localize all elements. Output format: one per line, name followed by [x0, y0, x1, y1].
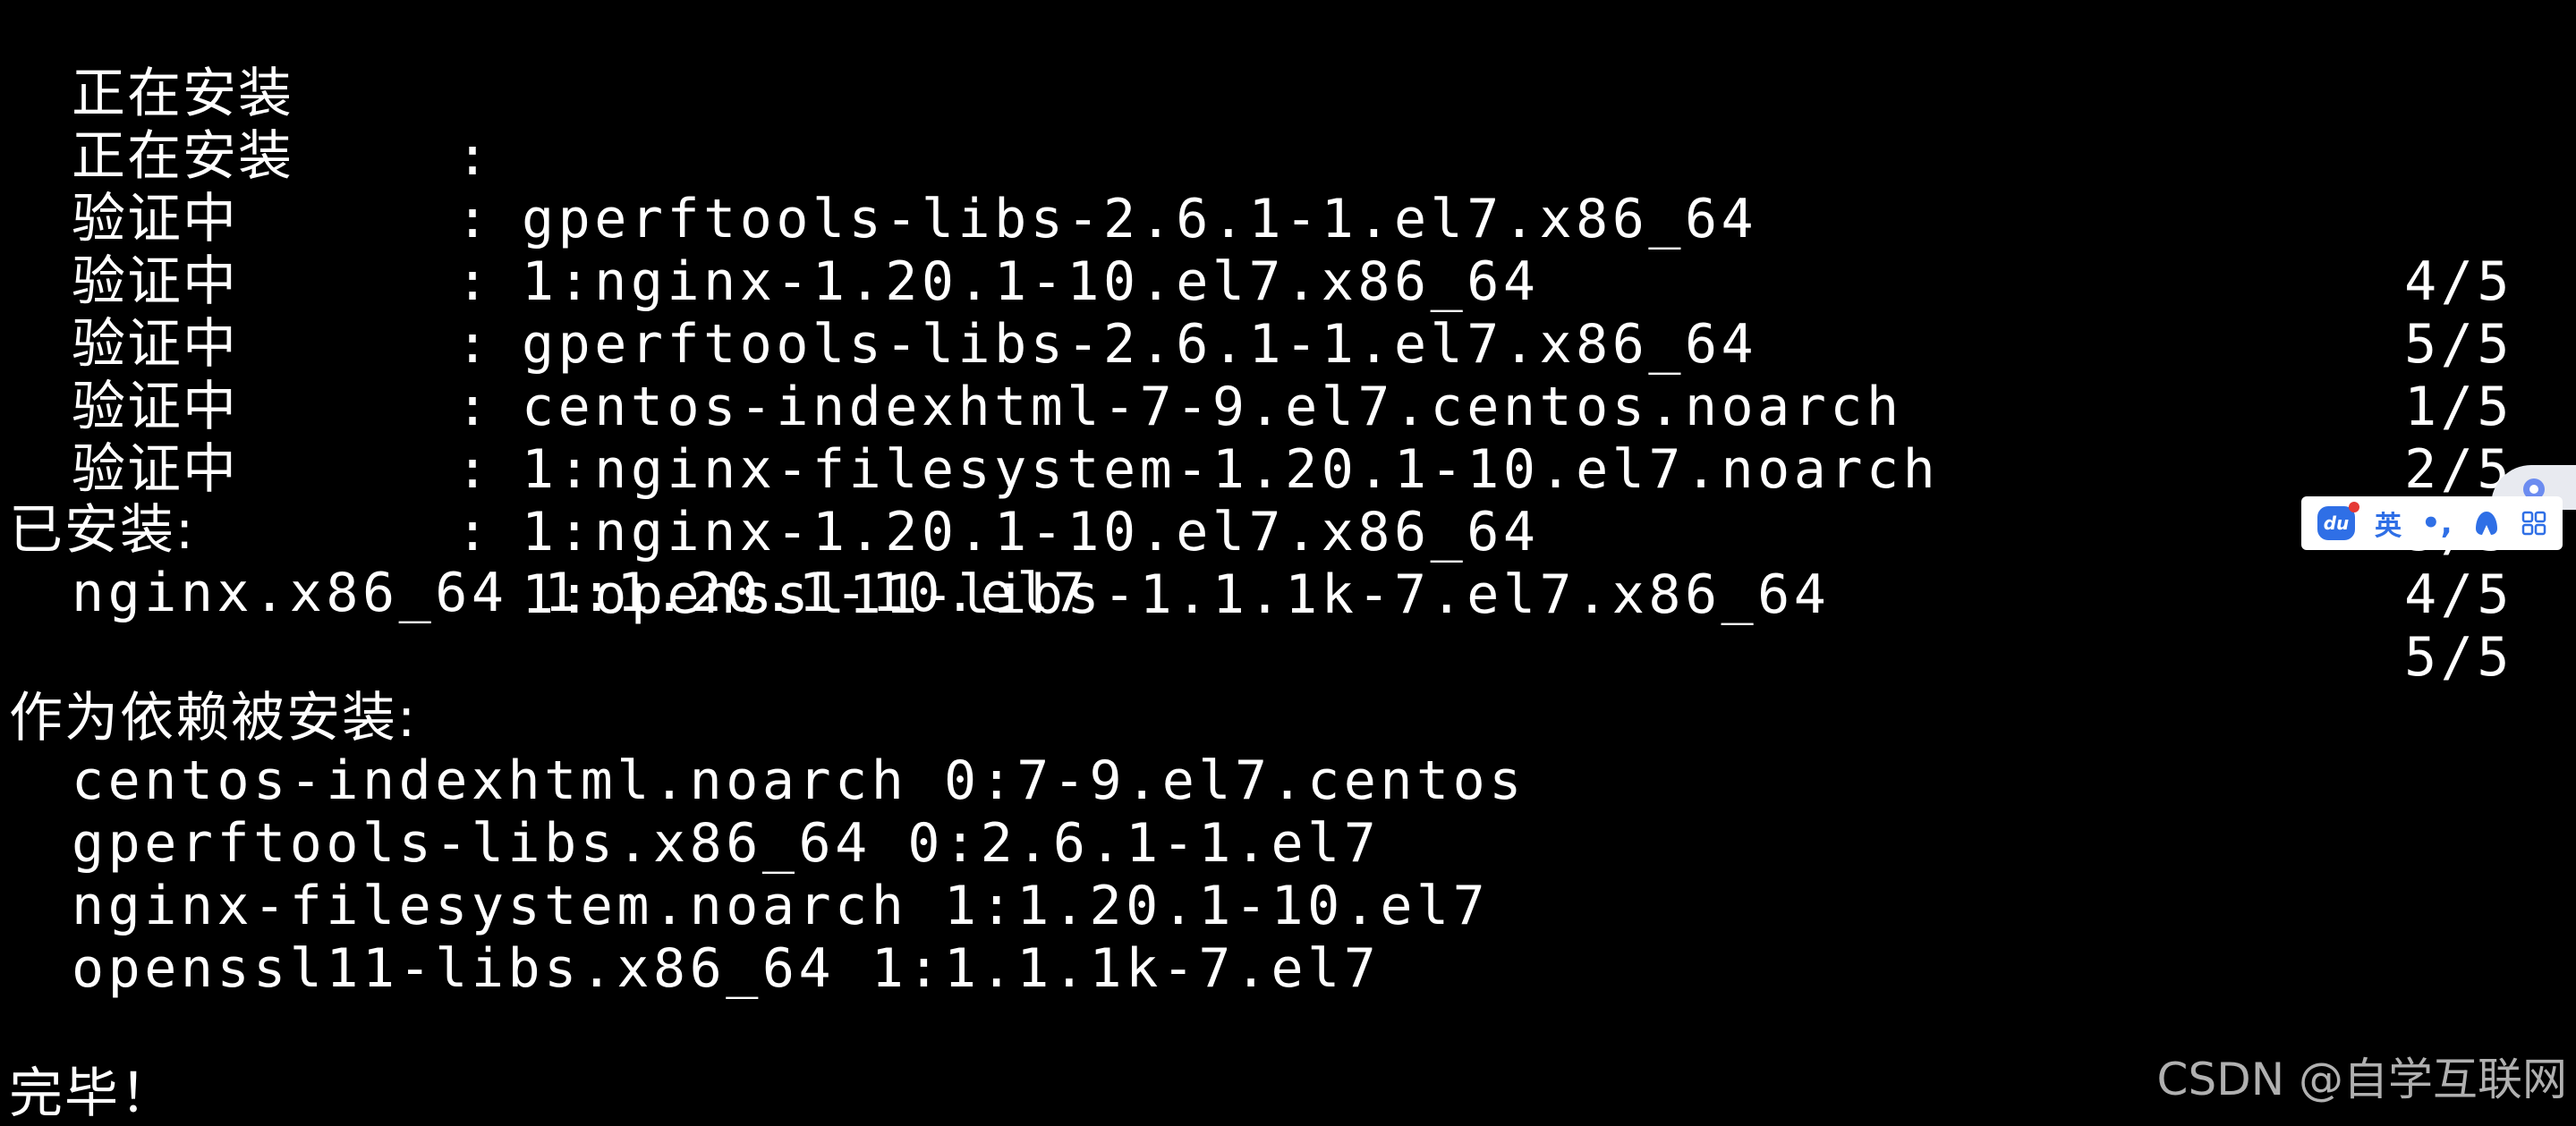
baidu-ime-logo-icon[interactable]: du [2317, 502, 2359, 540]
dependency-package: centos-indexhtml.noarch 0:7-9.el7.centos [72, 749, 1526, 812]
progress-line: 验证中 : 1:nginx-1.20.1-10.el7.x86_64 4/5 [0, 313, 2576, 626]
punctuation-toggle[interactable]: •, [2421, 505, 2453, 541]
progress-line: 验证中 : gperftools-libs-2.6.1-1.el7.x86_64… [0, 125, 2576, 438]
package-name: 1:nginx-filesystem-1.20.1-10.el7.noarch [522, 438, 1940, 501]
progress-line: 正在安装 : 1:nginx-1.20.1-10.el7.x86_64 5/5 [0, 63, 2576, 376]
csdn-watermark: CSDN @自学互联网 [2156, 1054, 2567, 1105]
dependency-package: gperftools-libs.x86_64 0:2.6.1-1.el7 [72, 812, 1381, 875]
dependency-package: nginx-filesystem.noarch 1:1.20.1-10.el7 [72, 875, 1490, 937]
progress-line: 验证中 : 1:openssl11-libs-1.1.1k-7.el7.x86_… [0, 376, 2576, 689]
complete-message: 完毕！ [9, 1063, 175, 1125]
operation-label: 验证中 [72, 438, 238, 501]
progress-count: 4/5 [2404, 563, 2513, 626]
separator: : [456, 438, 493, 501]
installed-heading: 已安装: [9, 499, 196, 562]
dependency-package: openssl11-libs.x86_64 1:1.1.1k-7.el7 [72, 937, 1381, 1000]
ime-toolbar: du 英 •, [2301, 496, 2563, 550]
package-name: 1:nginx-1.20.1-10.el7.x86_64 [522, 501, 1540, 563]
progress-count: 5/5 [2404, 626, 2513, 689]
ime-logo-text: du [2323, 512, 2350, 534]
progress-line: 正在安装 : gperftools-libs-2.6.1-1.el7.x86_6… [0, 0, 2576, 313]
installed-package: nginx.x86_64 1:1.20.1-10.el7 [72, 562, 1090, 624]
language-toggle[interactable]: 英 [2375, 504, 2402, 543]
progress-line: 验证中 : centos-indexhtml-7-9.el7.centos.no… [0, 188, 2576, 501]
notification-dot [2349, 502, 2359, 512]
skin-icon[interactable] [2472, 509, 2501, 538]
separator: : [456, 501, 493, 563]
dependency-heading: 作为依赖被安装: [9, 687, 418, 749]
grid-menu-icon[interactable] [2521, 510, 2547, 537]
progress-line: 验证中 : 1:nginx-filesystem-1.20.1-10.el7.n… [0, 250, 2576, 563]
